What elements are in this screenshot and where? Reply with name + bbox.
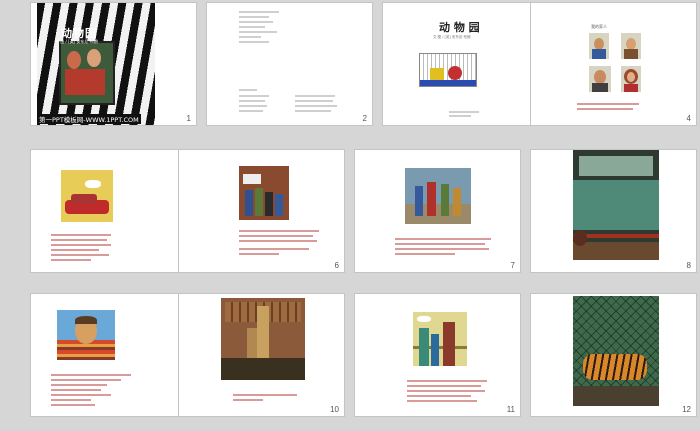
slide-number: 7	[510, 261, 515, 270]
ticket-booth-illustration	[239, 166, 289, 220]
slide-number: 6	[334, 261, 339, 270]
slide-thumbnail-6[interactable]: 6	[178, 149, 345, 273]
cover-subtitle: 文·图 / [英] 安东尼·布朗	[55, 39, 98, 44]
slide-thumbnail-3[interactable]: 动 物 园 文·图 / [英] 安东尼·布朗 3	[382, 2, 549, 126]
slide-thumbnail-4[interactable]: 我的家人 4	[530, 2, 697, 126]
slide-thumbnail-5[interactable]: 5	[30, 149, 197, 273]
slide-thumbnail-2[interactable]: 2	[206, 2, 373, 126]
slide-number: 2	[362, 114, 367, 123]
empty-cage-photo	[573, 150, 659, 260]
slide-number: 8	[686, 261, 691, 270]
slide-thumbnail-1[interactable]: 动物园 文·图 / [英] 安东尼·布朗 第一PPT模板网-WWW.1PPT.C…	[30, 2, 197, 126]
portrait-mom	[621, 66, 641, 92]
slide-thumbnail-10[interactable]: 10	[178, 293, 345, 417]
portrait-brother	[589, 33, 609, 59]
slide-thumbnail-9[interactable]: 9	[30, 293, 197, 417]
family-walking-illustration	[405, 168, 471, 224]
slide-thumbnail-8[interactable]: 8	[530, 149, 697, 273]
giraffe-enclosure-photo	[221, 298, 305, 380]
banner-text: 第一PPT模板网-WWW.1PPT.COM	[37, 114, 141, 124]
book-title: 动 物 园	[439, 21, 480, 34]
dad-portrait-illustration	[57, 310, 115, 360]
portrait-dad	[589, 66, 611, 92]
car-illustration	[61, 170, 113, 222]
slide-number: 1	[186, 114, 191, 123]
slide-number: 11	[506, 405, 515, 414]
zebra-cover-image	[37, 3, 155, 125]
slide-thumbnail-7[interactable]: 7	[354, 149, 521, 273]
slide-number: 4	[686, 114, 691, 123]
slide-number: 12	[682, 405, 691, 414]
family-caption: 我的家人	[591, 24, 607, 29]
tiger-cage-photo	[573, 296, 659, 406]
slide-thumbnail-12[interactable]: 12	[530, 293, 697, 417]
portrait-me	[621, 33, 641, 59]
slide-thumbnail-11[interactable]: 11	[354, 293, 521, 417]
slide-number: 10	[330, 405, 339, 414]
family-at-railing-illustration	[413, 312, 467, 366]
book-subtitle: 文·图 / [英] 安东尼·布朗	[433, 35, 471, 39]
cage-illustration	[419, 53, 477, 87]
